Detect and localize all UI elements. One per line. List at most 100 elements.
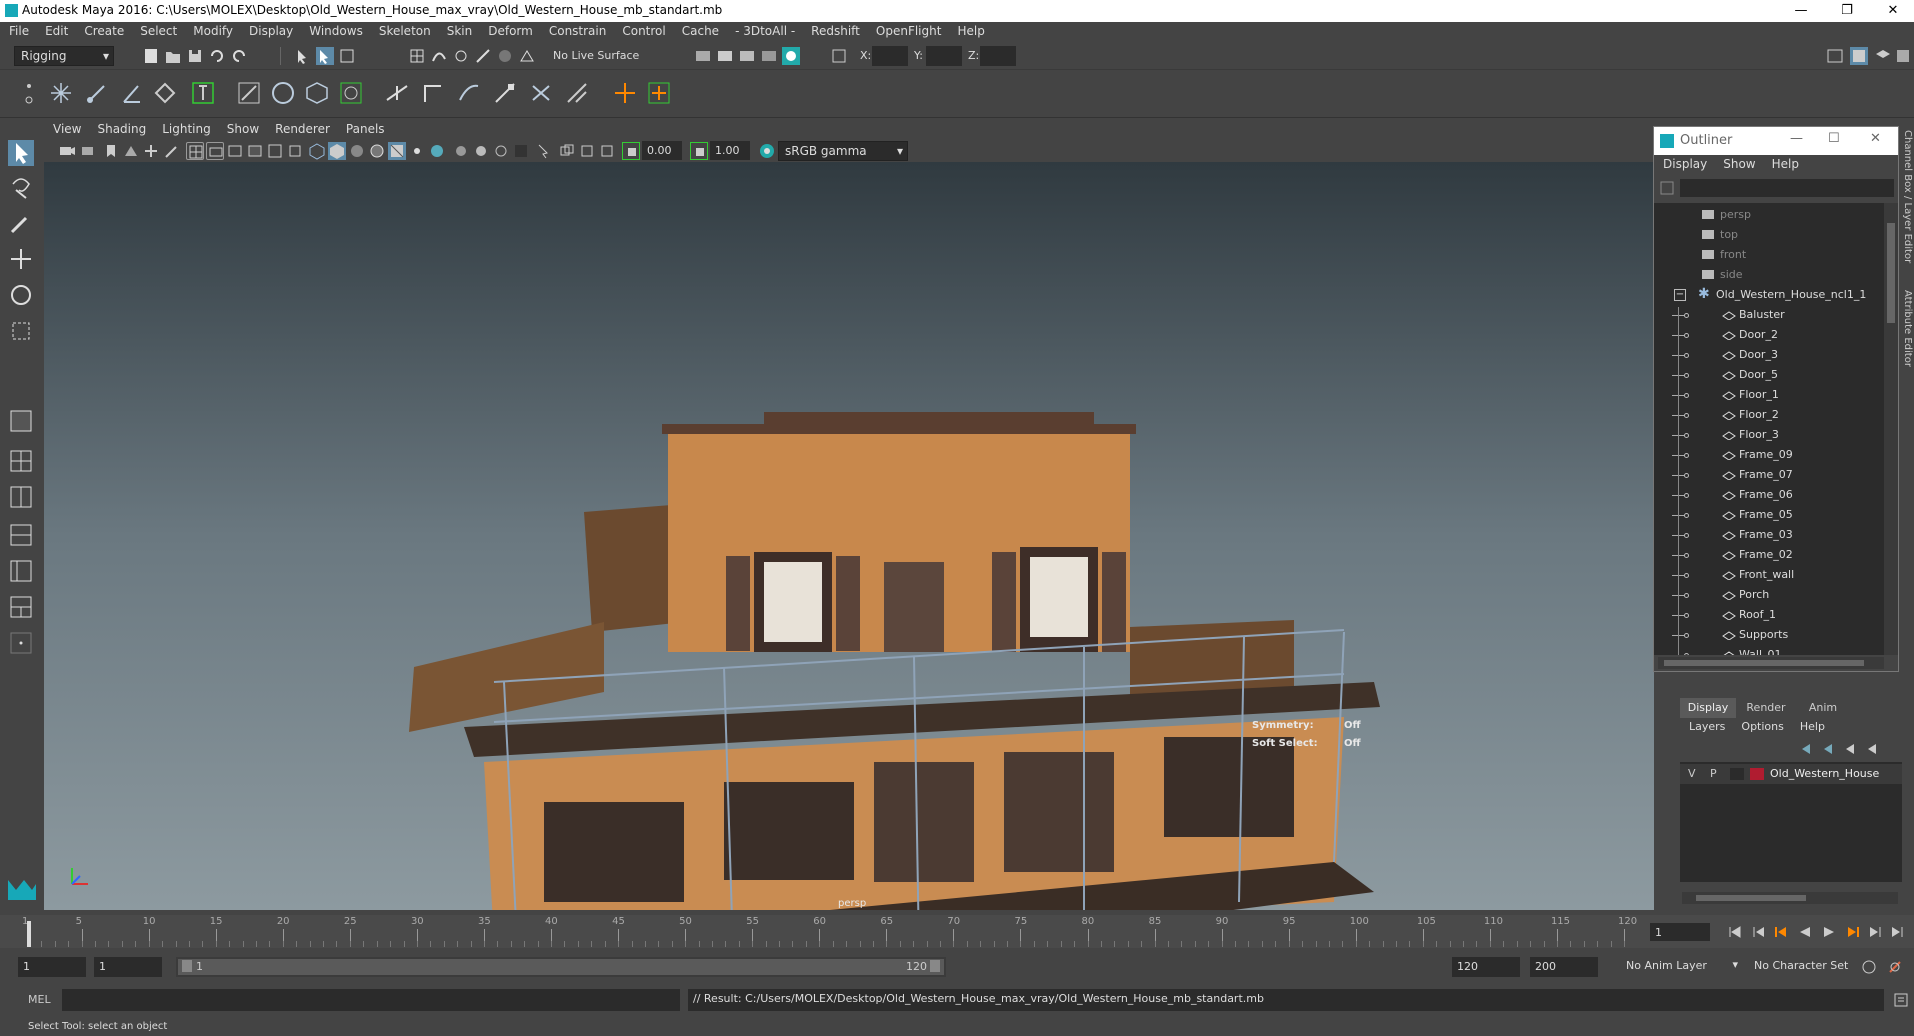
vp-menu-panels[interactable]: Panels [337,118,392,136]
layout-toggle-icon[interactable] [1826,47,1844,65]
color-space-dropdown[interactable]: sRGB gamma ▾ [778,141,908,161]
vp-menu-show[interactable]: Show [218,118,266,136]
shadows-icon[interactable] [428,142,446,160]
step-forward-frame-icon[interactable] [1844,923,1862,941]
outliner-item[interactable]: Frame_02 [1654,545,1879,565]
layer-menu-options[interactable]: Options [1732,718,1790,733]
menu-edit[interactable]: Edit [36,22,75,38]
current-frame-field[interactable]: 1 [1650,923,1710,941]
tab-anim[interactable]: Anim [1796,698,1850,718]
cluster-icon[interactable] [338,80,364,106]
outliner-item[interactable]: Door_5 [1654,365,1879,385]
snap-curve-icon[interactable] [430,47,448,65]
undo-icon[interactable] [208,47,226,65]
menu-display[interactable]: Display [240,22,300,38]
channel-box-toggle-icon[interactable] [1850,47,1868,65]
paint-select-icon[interactable] [8,210,34,236]
layout-more-icon[interactable] [8,630,34,656]
select-object-icon[interactable] [316,47,334,65]
filter-icon[interactable] [1658,179,1676,197]
color-management-icon[interactable] [758,142,776,160]
outliner-item-side[interactable]: side [1654,265,1879,285]
outliner-item-top[interactable]: top [1654,225,1879,245]
gamma-field[interactable]: 1.00 [710,141,750,160]
current-time-marker[interactable] [27,921,31,947]
vp-menu-view[interactable]: View [44,118,88,136]
outliner-item[interactable]: Front_wall [1654,565,1879,585]
locator-icon[interactable] [612,80,638,106]
gamma-icon[interactable] [690,142,708,160]
layer-menu-layers[interactable]: Layers [1680,718,1732,733]
xray-icon[interactable] [558,142,576,160]
field-chart-icon[interactable] [266,142,284,160]
transform-mode-icon[interactable] [830,47,848,65]
orient-constraint-icon[interactable] [420,80,446,106]
auto-key-icon[interactable] [1860,958,1878,976]
shelf-options-icon[interactable] [24,78,34,108]
render-settings-icon[interactable] [694,47,712,65]
go-to-start-icon[interactable] [1726,923,1744,941]
outliner-menu-show[interactable]: Show [1714,155,1762,171]
vp-menu-lighting[interactable]: Lighting [153,118,218,136]
play-backward-icon[interactable] [1796,923,1814,941]
rotate-tool-icon[interactable] [8,282,34,308]
tool-settings-toggle-icon[interactable] [1894,47,1912,65]
move-layer-up-icon[interactable] [1798,740,1816,758]
xray-components-icon[interactable] [598,142,616,160]
outliner-minimize-button[interactable]: — [1790,131,1803,146]
outliner-item[interactable]: Supports [1654,625,1879,645]
camera-select-icon[interactable] [58,142,76,160]
select-tool-icon[interactable] [8,140,34,166]
exposure-field[interactable]: 0.00 [642,141,682,160]
layer-editor-toggle-icon[interactable] [1874,47,1892,65]
wireframe-icon[interactable] [308,142,326,160]
exposure-icon[interactable] [622,142,640,160]
outliner-item[interactable]: Floor_2 [1654,405,1879,425]
anim-layer-dropdown[interactable]: No Anim Layer ▾ [1620,957,1742,977]
character-set-dropdown[interactable]: No Character Set [1748,957,1866,977]
attribute-editor-side-tab[interactable]: Attribute Editor [1902,290,1913,367]
hypershade-layout-icon[interactable] [8,594,34,620]
move-tool-icon[interactable] [8,246,34,272]
two-d-pan-icon[interactable] [142,142,160,160]
two-pane-layout-icon[interactable] [8,484,34,510]
start-frame-field[interactable]: 1 [18,957,86,977]
step-forward-key-icon[interactable] [1866,923,1884,941]
outliner-close-button[interactable]: ✕ [1870,131,1881,146]
hypershade-icon[interactable] [782,47,800,65]
persp-graph-layout-icon[interactable] [8,558,34,584]
open-scene-icon[interactable] [164,47,182,65]
depth-of-field-icon[interactable] [512,142,530,160]
parent-constraint-icon[interactable] [528,80,554,106]
camera-attributes-icon[interactable] [80,142,98,160]
screen-space-ao-icon[interactable] [452,142,470,160]
range-slider-handle[interactable] [178,959,944,975]
outliner-item[interactable]: Frame_05 [1654,505,1879,525]
ik-spline-icon[interactable] [118,80,144,106]
outliner-item[interactable]: Porch [1654,585,1879,605]
snap-grid-icon[interactable] [408,47,426,65]
insert-joint-icon[interactable] [152,80,178,106]
menu-skeleton[interactable]: Skeleton [370,22,438,38]
menu-create[interactable]: Create [75,22,131,38]
layer-row[interactable]: V P Old_Western_House [1680,764,1902,784]
xray-joints-icon[interactable] [578,142,596,160]
persp-outliner-layout-icon[interactable] [8,522,34,548]
make-live-icon[interactable] [518,47,536,65]
script-editor-icon[interactable] [1892,991,1910,1009]
menu-deform[interactable]: Deform [479,22,540,38]
outliner-item[interactable]: Door_3 [1654,345,1879,365]
range-end-handle[interactable] [930,960,940,972]
outliner-item[interactable]: Wall_01 [1654,645,1879,655]
grid-icon[interactable] [186,142,204,160]
menu-constrain[interactable]: Constrain [540,22,614,38]
layer-visibility[interactable]: V [1688,767,1696,780]
outliner-search-input[interactable] [1680,179,1894,197]
playback-start-field[interactable]: 1 [94,957,162,977]
ipr-render-icon[interactable] [738,47,756,65]
snap-point-icon[interactable] [452,47,470,65]
lasso-tool-icon[interactable] [8,174,34,200]
image-plane-icon[interactable] [122,142,140,160]
step-back-frame-icon[interactable] [1772,923,1790,941]
menu-modify[interactable]: Modify [184,22,240,38]
